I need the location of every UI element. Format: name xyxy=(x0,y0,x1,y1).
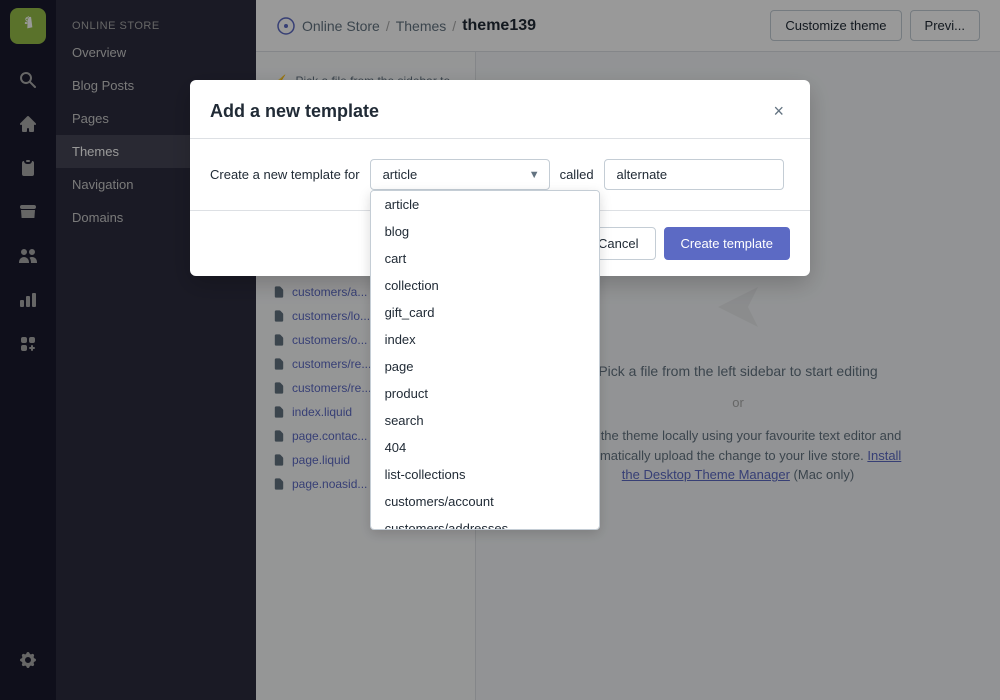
dropdown-item-404[interactable]: 404 xyxy=(371,434,599,461)
dropdown-item-gift-card[interactable]: gift_card xyxy=(371,299,599,326)
add-template-modal: Add a new template × Create a new templa… xyxy=(190,80,810,276)
called-label: called xyxy=(560,159,594,182)
dropdown-item-customers-account[interactable]: customers/account xyxy=(371,488,599,515)
dropdown-item-product[interactable]: product xyxy=(371,380,599,407)
dropdown-item-cart[interactable]: cart xyxy=(371,245,599,272)
modal-overlay[interactable]: Add a new template × Create a new templa… xyxy=(0,0,1000,700)
modal-body: Create a new template for article blog c… xyxy=(190,139,810,210)
dropdown-item-page[interactable]: page xyxy=(371,353,599,380)
template-type-select[interactable]: article blog cart collection gift_card i… xyxy=(370,159,550,190)
template-form: Create a new template for article blog c… xyxy=(210,159,790,190)
dropdown-item-search[interactable]: search xyxy=(371,407,599,434)
modal-close-button[interactable]: × xyxy=(767,100,790,122)
dropdown-item-article[interactable]: article xyxy=(371,191,599,218)
dropdown-item-index[interactable]: index xyxy=(371,326,599,353)
modal-title: Add a new template xyxy=(210,101,379,122)
dropdown-item-blog[interactable]: blog xyxy=(371,218,599,245)
dropdown-item-list-collections[interactable]: list-collections xyxy=(371,461,599,488)
create-template-button[interactable]: Create template xyxy=(664,227,791,260)
template-name-input[interactable] xyxy=(604,159,784,190)
select-wrapper: article blog cart collection gift_card i… xyxy=(370,159,550,190)
dropdown-item-collection[interactable]: collection xyxy=(371,272,599,299)
modal-header: Add a new template × xyxy=(190,80,810,139)
form-label: Create a new template for xyxy=(210,159,360,182)
dropdown-item-customers-addresses[interactable]: customers/addresses xyxy=(371,515,599,530)
dropdown-list[interactable]: article blog cart collection gift_card i… xyxy=(370,190,600,530)
